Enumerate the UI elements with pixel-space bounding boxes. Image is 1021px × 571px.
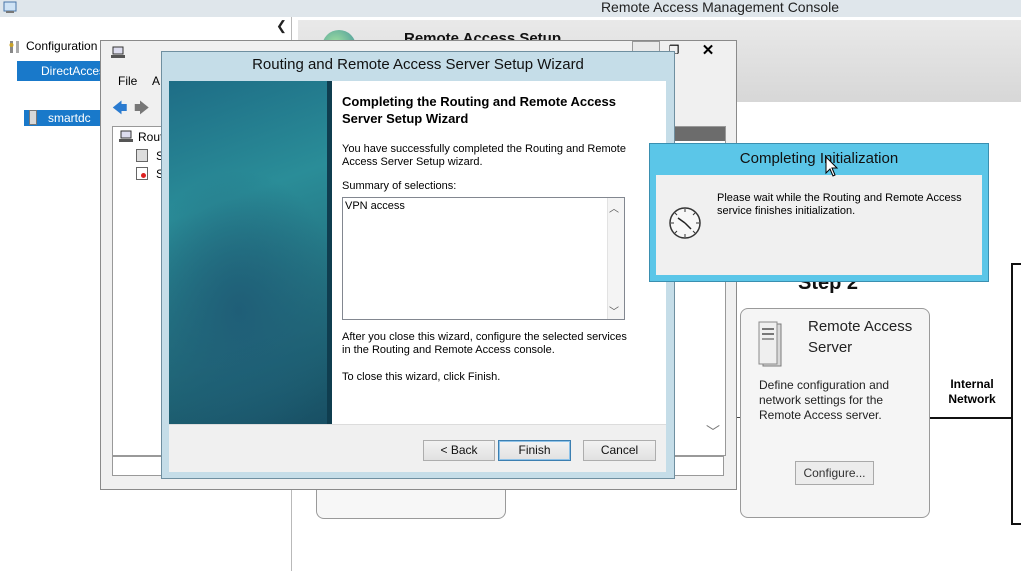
configure-button[interactable]: Configure... <box>795 461 874 485</box>
server-stopped-icon <box>136 167 148 180</box>
rras-node-icon <box>119 130 133 142</box>
forward-arrow-icon[interactable]: 🡆 <box>134 98 152 123</box>
collapse-pane-icon[interactable]: ❮ <box>276 18 290 36</box>
scroll-down-icon[interactable]: ﹀ <box>609 303 619 318</box>
network-connector-line <box>930 417 1012 419</box>
internal-network-label: Internal Network <box>948 377 996 406</box>
mmc-icon <box>3 1 17 14</box>
server-label: smartdc <box>48 111 91 125</box>
console-title: Remote Access Management Console <box>600 0 840 15</box>
summary-textbox[interactable] <box>342 197 625 320</box>
wizard-after-text: After you close this wizard, configure t… <box>342 331 627 356</box>
wizard-banner-image <box>169 81 327 424</box>
tree-item-routing-label: Rout <box>138 130 162 144</box>
wizard-intro-text: You have successfully completed the Rout… <box>342 143 626 168</box>
nav-item-configuration-label: Configuration <box>26 39 98 53</box>
wizard-heading: Completing the Routing and Remote Access… <box>342 94 616 126</box>
cancel-button[interactable]: Cancel <box>583 440 656 461</box>
server-status-icon <box>136 149 148 162</box>
tree-item-server[interactable]: S <box>136 167 162 181</box>
menu-action[interactable]: A <box>152 74 160 88</box>
init-dialog-body <box>656 175 982 275</box>
nav-item-server-smartdc[interactable]: smartdc <box>24 110 104 126</box>
tree-item-routing[interactable]: Rout <box>118 130 162 144</box>
mouse-cursor-icon <box>825 155 839 178</box>
finish-button[interactable]: Finish <box>498 440 571 461</box>
server-icon <box>29 110 37 125</box>
back-button[interactable]: < Back <box>423 440 495 461</box>
back-arrow-icon[interactable]: 🡄 <box>112 98 130 123</box>
summary-scrollbar[interactable] <box>607 198 624 319</box>
clock-icon <box>668 206 702 240</box>
configuration-icon <box>9 41 19 53</box>
wizard-title: Routing and Remote Access Server Setup W… <box>252 56 584 73</box>
chevron-down-icon[interactable]: ﹀ <box>706 422 720 442</box>
menu-file[interactable]: File <box>118 74 137 88</box>
internal-network-bracket <box>1011 263 1021 525</box>
summary-value: VPN access <box>345 200 405 212</box>
tree-item-server-status[interactable]: S <box>136 149 162 163</box>
summary-label: Summary of selections: <box>342 180 457 192</box>
remote-access-server-title: Remote Access Server <box>808 318 913 356</box>
init-dialog-title: Completing Initialization <box>739 150 899 167</box>
wizard-banner-divider <box>327 81 332 424</box>
init-dialog-message: Please wait while the Routing and Remote… <box>717 192 962 217</box>
nav-item-directaccess[interactable]: DirectAccess <box>17 61 112 81</box>
rras-app-icon <box>110 46 126 60</box>
wizard-close-text: To close this wizard, click Finish. <box>342 371 501 383</box>
remote-access-server-description: Define configuration and network setting… <box>759 378 890 422</box>
close-button[interactable]: ✕ <box>688 41 728 61</box>
server-tower-icon <box>757 320 787 368</box>
scroll-up-icon[interactable]: ︿ <box>609 200 619 215</box>
